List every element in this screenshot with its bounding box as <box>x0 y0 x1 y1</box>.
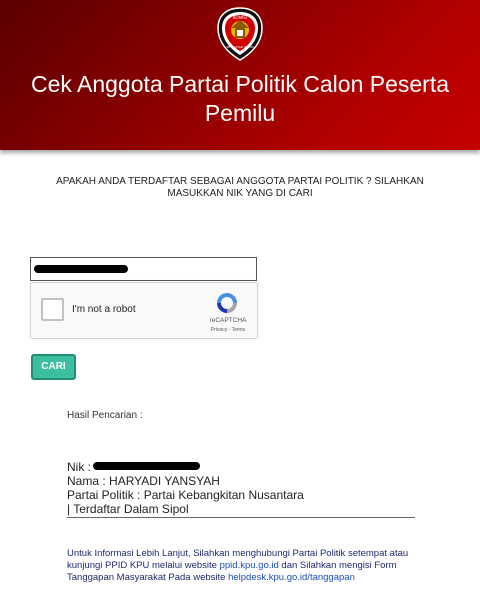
recaptcha-terms-link[interactable]: Terms <box>232 327 246 333</box>
nik-input-redaction <box>34 265 128 273</box>
result-party-line: Partai Politik : Partai Kebangkitan Nusa… <box>67 488 415 502</box>
nik-label: Nik : <box>67 460 91 474</box>
result-name-line: Nama : HARYADI YANSYAH <box>67 474 415 488</box>
result-status-line: | Terdaftar Dalam Sipol <box>67 502 189 516</box>
recaptcha-icon <box>217 293 237 313</box>
logo-bottom-text: PEMILIHAN UMUM <box>227 45 254 49</box>
logo-top-text: KOMISI <box>233 15 247 20</box>
party-value: Partai Kebangkitan Nusantara <box>143 488 304 502</box>
recaptcha-brand: reCAPTCHA <box>209 317 247 324</box>
nik-input[interactable] <box>30 257 257 281</box>
result-block: Nik : Nama : HARYADI YANSYAH Partai Poli… <box>67 460 415 518</box>
info-text: Untuk Informasi Lebih Lanjut, Silahkan m… <box>67 548 427 584</box>
result-heading: Hasil Pencarian : <box>67 410 143 421</box>
search-button[interactable]: CARI <box>31 354 76 380</box>
page-header: KOMISI PEMILIHAN UMUM Cek Anggota Partai… <box>0 0 480 150</box>
nik-value-redaction <box>93 461 200 470</box>
page-title: Cek Anggota Partai Politik Calon Peserta… <box>30 71 450 126</box>
party-label: Partai Politik : <box>67 488 141 502</box>
question-text: APAKAH ANDA TERDAFTAR SEBAGAI ANGGOTA PA… <box>56 176 424 199</box>
name-label: Nama : <box>67 474 106 488</box>
recaptcha-checkbox[interactable] <box>41 298 64 321</box>
kpu-logo: KOMISI PEMILIHAN UMUM <box>217 7 263 61</box>
helpdesk-link[interactable]: helpdesk.kpu.go.id/tanggapan <box>228 572 355 583</box>
recaptcha-links: Privacy - Terms <box>203 327 253 333</box>
recaptcha-privacy-link[interactable]: Privacy <box>211 327 227 333</box>
result-nik-line: Nik : <box>67 460 415 474</box>
ppid-link[interactable]: ppid.kpu.go.id <box>220 560 279 571</box>
name-value: HARYADI YANSYAH <box>109 474 220 488</box>
recaptcha-label: I'm not a robot <box>72 304 136 315</box>
recaptcha-widget: I'm not a robot reCAPTCHA Privacy - Term… <box>30 282 258 339</box>
